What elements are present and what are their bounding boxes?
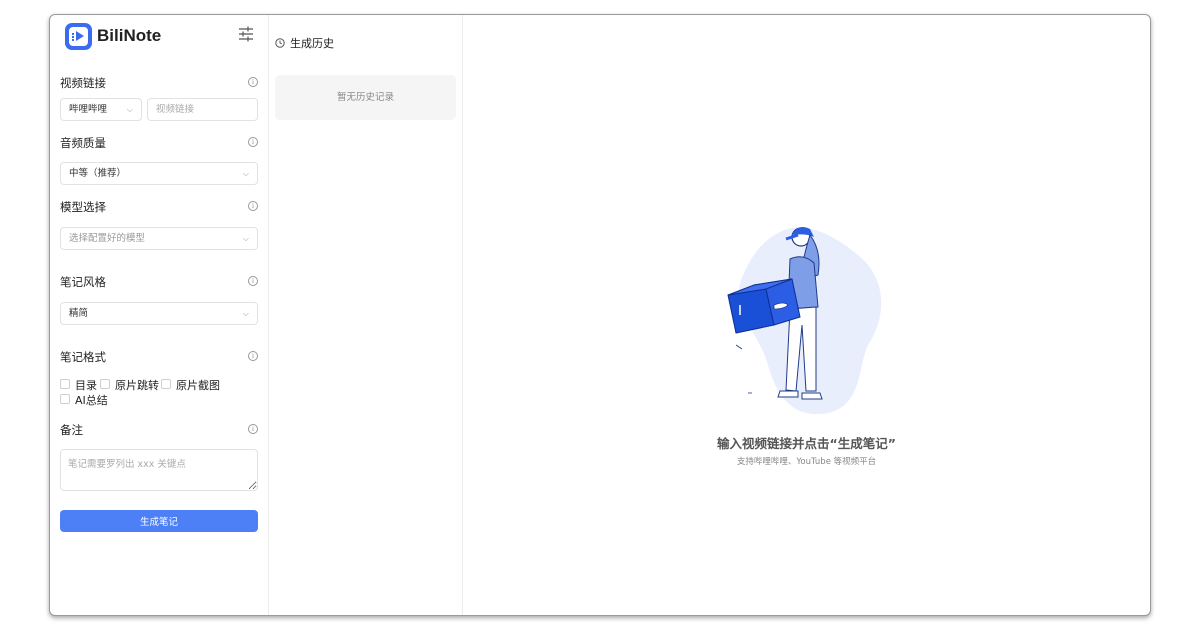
main-content: 输入视频链接并点击“生成笔记” 支持哔哩哔哩、YouTube 等视频平台: [463, 15, 1150, 615]
video-link-info-icon[interactable]: i: [248, 77, 258, 87]
empty-state-title: 输入视频链接并点击“生成笔记”: [717, 436, 896, 451]
chevron-down-icon: ⌵: [126, 105, 133, 114]
history-title: 生成历史: [290, 37, 334, 50]
history-empty-card: 暂无历史记录: [275, 75, 456, 120]
app-logo-icon: [65, 23, 92, 50]
empty-state-subtitle: 支持哔哩哔哩、YouTube 等视频平台: [736, 457, 877, 467]
remark-info-icon[interactable]: i: [248, 424, 258, 434]
audio-quality-value: 中等（推荐）: [69, 168, 127, 179]
generate-note-button[interactable]: 生成笔记: [60, 510, 258, 532]
remark-textarea[interactable]: [60, 449, 258, 491]
sidebar: BiliNote 视频链接 i 哔哩哔哩 ⌵ 音频质量 i 中等（推荐） ⌵: [50, 15, 269, 615]
checkbox[interactable]: [100, 379, 110, 389]
history-panel: 生成历史 暂无历史记录: [269, 15, 463, 615]
audio-quality-select[interactable]: 中等（推荐） ⌵: [60, 162, 258, 185]
note-style-select[interactable]: 精简 ⌵: [60, 302, 258, 325]
model-info-icon[interactable]: i: [248, 201, 258, 211]
settings-sliders-icon[interactable]: [238, 25, 254, 43]
audio-quality-info-icon[interactable]: i: [248, 137, 258, 147]
note-format-label: 笔记格式: [60, 350, 106, 364]
checkbox[interactable]: [60, 379, 70, 389]
platform-select-value: 哔哩哔哩: [69, 104, 108, 115]
note-style-value: 精简: [69, 308, 89, 319]
checkbox[interactable]: [161, 379, 171, 389]
clock-icon: [275, 38, 285, 48]
format-option-label: 目录: [75, 379, 97, 392]
note-style-label: 笔记风格: [60, 275, 106, 289]
empty-state-illustration: [727, 227, 882, 415]
model-label: 模型选择: [60, 200, 106, 214]
format-option-label: 原片截图: [176, 379, 220, 392]
chevron-down-icon: ⌵: [242, 234, 249, 243]
app-title: BiliNote: [97, 26, 162, 45]
chevron-down-icon: ⌵: [242, 169, 249, 178]
model-select-placeholder: 选择配置好的模型: [69, 233, 146, 244]
platform-select[interactable]: 哔哩哔哩 ⌵: [60, 98, 142, 121]
format-option-label: AI总结: [75, 394, 108, 407]
note-style-info-icon[interactable]: i: [248, 276, 258, 286]
note-format-info-icon[interactable]: i: [248, 351, 258, 361]
format-option-label: 原片跳转: [115, 379, 159, 392]
model-select[interactable]: 选择配置好的模型 ⌵: [60, 227, 258, 250]
video-link-input[interactable]: [147, 98, 258, 121]
video-link-label: 视频链接: [60, 76, 106, 90]
audio-quality-label: 音频质量: [60, 136, 106, 150]
app-window: BiliNote 视频链接 i 哔哩哔哩 ⌵ 音频质量 i 中等（推荐） ⌵: [49, 14, 1151, 616]
chevron-down-icon: ⌵: [242, 309, 249, 318]
remark-label: 备注: [60, 423, 83, 437]
checkbox[interactable]: [60, 394, 70, 404]
history-empty-text: 暂无历史记录: [336, 92, 394, 103]
